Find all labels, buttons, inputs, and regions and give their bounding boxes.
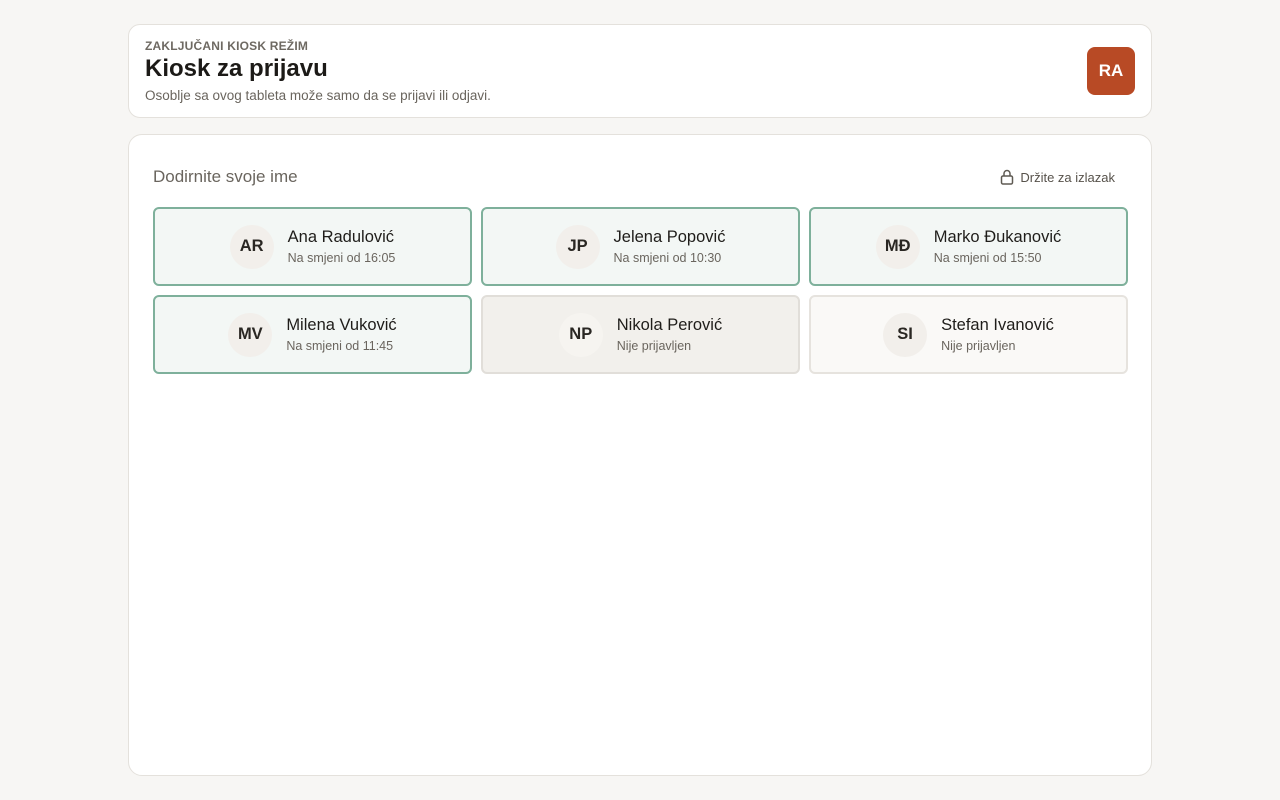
hold-to-exit-button[interactable]: Držite za izlazak [988, 163, 1127, 191]
hold-to-exit-label: Držite za izlazak [1020, 169, 1115, 185]
section-title: Dodirnite svoje ime [153, 167, 298, 186]
staff-tile[interactable]: MĐ Marko Đukanović Na smjeni od 15:50 [809, 207, 1128, 286]
avatar[interactable]: RA [1087, 47, 1135, 95]
staff-panel: Dodirnite svoje ime Držite za izlazak AR… [128, 134, 1152, 776]
staff-initials: JP [555, 224, 600, 269]
staff-name: Milena Vuković [286, 316, 397, 334]
page-subtitle: Osoblje sa ovog tableta može samo da se … [145, 88, 491, 103]
lock-icon [1000, 169, 1014, 185]
staff-name: Nikola Perović [616, 316, 723, 334]
staff-initials: MV [228, 312, 273, 357]
staff-name: Stefan Ivanović [941, 316, 1054, 334]
staff-status: Na smjeni od 15:50 [933, 251, 1042, 265]
staff-status: Nije prijavljen [941, 339, 1016, 353]
staff-tile[interactable]: SI Stefan Ivanović Nije prijavljen [809, 295, 1128, 374]
staff-tile[interactable]: NP Nikola Perović Nije prijavljen [481, 295, 800, 374]
staff-initials: SI [883, 312, 928, 357]
kiosk-header: ZAKLJUČANI KIOSK REŽIM Kiosk za prijavu … [128, 24, 1152, 118]
staff-status: Na smjeni od 16:05 [287, 251, 396, 265]
staff-tile[interactable]: JP Jelena Popović Na smjeni od 10:30 [481, 207, 800, 286]
staff-initials: NP [558, 312, 603, 357]
staff-status: Na smjeni od 11:45 [286, 339, 394, 353]
staff-initials: AR [229, 224, 274, 269]
staff-initials: MĐ [875, 224, 920, 269]
staff-status: Na smjeni od 10:30 [613, 251, 722, 265]
staff-name: Ana Radulović [287, 228, 395, 246]
page-title: Kiosk za prijavu [145, 55, 328, 82]
staff-tile[interactable]: MV Milena Vuković Na smjeni od 11:45 [153, 295, 472, 374]
mode-label: ZAKLJUČANI KIOSK REŽIM [145, 39, 309, 53]
staff-tile[interactable]: AR Ana Radulović Na smjeni od 16:05 [153, 207, 472, 286]
staff-name: Marko Đukanović [933, 228, 1062, 246]
staff-name: Jelena Popović [613, 228, 726, 246]
staff-status: Nije prijavljen [616, 339, 692, 353]
staff-grid: AR Ana Radulović Na smjeni od 16:05 JP J… [153, 207, 1128, 374]
